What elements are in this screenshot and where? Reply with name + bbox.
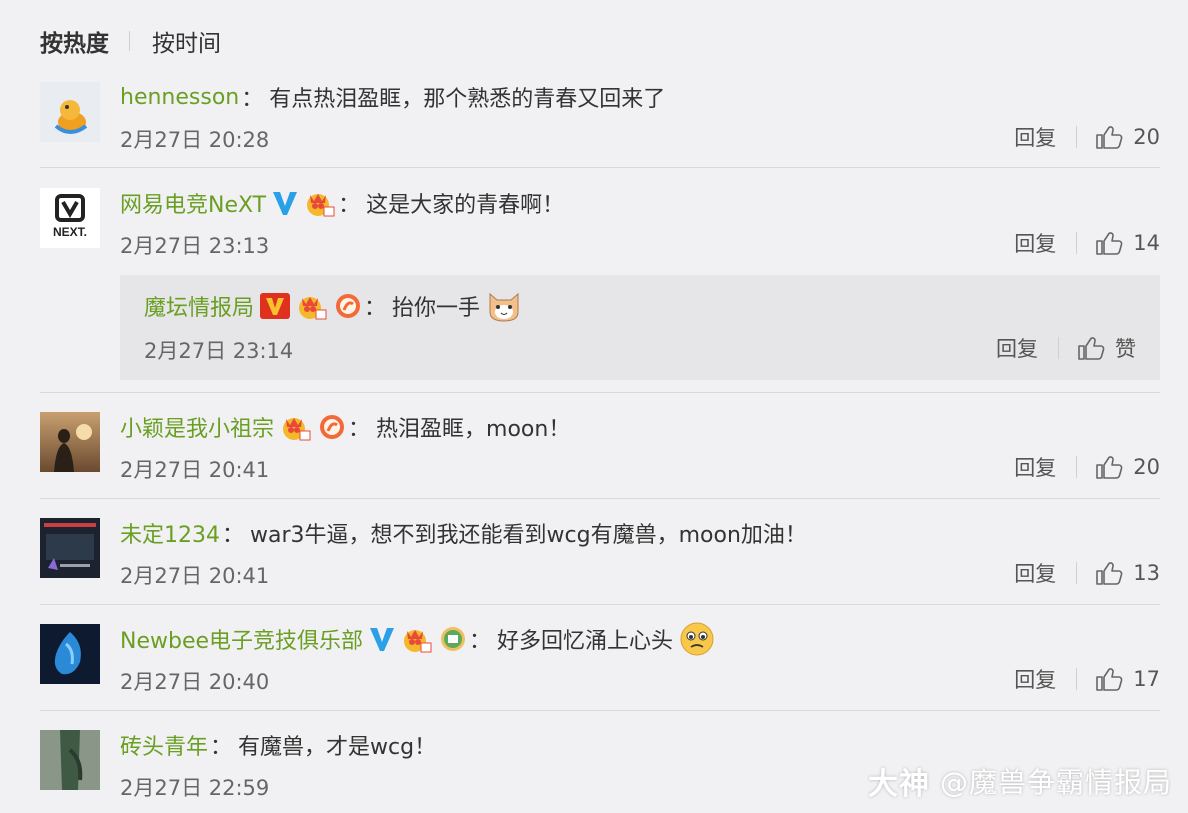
reply-button[interactable]: 回复 (1014, 664, 1056, 694)
sort-by-time-tab[interactable]: 按时间 (152, 24, 221, 58)
divider (40, 604, 1160, 605)
comment-text: 有魔兽，才是wcg！ (238, 735, 437, 760)
verified-blue-icon (369, 625, 395, 653)
comment-timestamp: 2月27日 20:41 (120, 564, 270, 588)
like-button[interactable]: 13 (1095, 560, 1160, 586)
reply-button[interactable]: 回复 (1014, 122, 1056, 152)
like-count: 13 (1133, 561, 1160, 585)
like-button[interactable]: 14 (1095, 230, 1160, 256)
avatar[interactable] (40, 518, 100, 578)
crown-member-icon (304, 189, 336, 217)
avatar[interactable] (40, 82, 100, 142)
watermark-handle: @魔兽争霸情报局 (939, 766, 1172, 799)
fan-badge-icon (334, 292, 362, 320)
reply-button[interactable]: 回复 (996, 333, 1038, 363)
teary-face-emoji-icon (679, 621, 715, 657)
sort-divider (129, 31, 130, 51)
like-count: 14 (1133, 231, 1160, 255)
like-button[interactable]: 20 (1095, 454, 1160, 480)
like-button[interactable]: 17 (1095, 666, 1160, 692)
reply-button[interactable]: 回复 (1014, 558, 1056, 588)
avatar[interactable] (40, 412, 100, 472)
comment-text: 有点热泪盈眶，那个熟悉的青春又回来了 (269, 87, 666, 112)
crown-member-icon (280, 413, 312, 441)
svg-text:NEXT.: NEXT. (53, 225, 87, 239)
username-link[interactable]: 未定1234 (120, 517, 220, 549)
comment-timestamp: 2月27日 20:41 (120, 458, 270, 482)
divider (40, 392, 1160, 393)
thumbs-up-icon (1096, 456, 1123, 479)
comment-timestamp: 2月27日 23:14 (144, 339, 294, 363)
avatar[interactable] (40, 624, 100, 684)
comment-text: 热泪盈眶，moon！ (376, 417, 571, 442)
sort-by-hot-tab[interactable]: 按热度 (40, 24, 109, 58)
username-link[interactable]: Newbee电子竞技俱乐部 (120, 623, 363, 655)
avatar[interactable] (40, 730, 100, 790)
thumbs-up-icon (1096, 232, 1123, 255)
comment-text: 抬你一手 (392, 296, 481, 321)
divider (40, 710, 1160, 711)
username-link[interactable]: 小颖是我小祖宗 (120, 411, 274, 443)
thumbs-up-icon (1078, 337, 1105, 360)
comment-text: 这是大家的青春啊！ (366, 193, 565, 218)
comment-timestamp: 2月27日 23:13 (120, 234, 270, 258)
username-link[interactable]: 网易电竞NeXT (120, 187, 266, 219)
comment-timestamp: 2月27日 22:59 (120, 776, 270, 800)
divider (40, 498, 1160, 499)
username-link[interactable]: 魔坛情报局 (144, 290, 254, 322)
comment-timestamp: 2月27日 20:40 (120, 670, 270, 694)
cat-emoji-icon (486, 288, 522, 324)
thumbs-up-icon (1096, 562, 1123, 585)
divider (40, 167, 1160, 168)
nested-reply: 魔坛情报局 ： 抬你一手 2月27日 23:14 回复 赞 (120, 275, 1160, 380)
avatar[interactable]: NEXT. (40, 188, 100, 248)
reply-button[interactable]: 回复 (1014, 452, 1056, 482)
thumbs-up-icon (1096, 668, 1123, 691)
crown-member-icon (401, 625, 433, 653)
crown-member-icon (296, 292, 328, 320)
like-label: 赞 (1115, 337, 1136, 361)
watermark: 大神 @魔兽争霸情报局 (868, 759, 1172, 803)
comment-timestamp: 2月27日 20:28 (120, 128, 270, 152)
watermark-brand: 大神 (867, 767, 930, 802)
username-link[interactable]: 砖头青年 (120, 729, 208, 761)
comment-text: war3牛逼，想不到我还能看到wcg有魔兽，moon加油！ (250, 523, 807, 548)
comment-text: 好多回忆涌上心头 (497, 629, 674, 654)
verified-blue-icon (272, 189, 298, 217)
fan-badge-icon (318, 413, 346, 441)
sort-bar: 按热度 按时间 (40, 24, 221, 58)
answer-badge-icon (439, 625, 467, 653)
like-button[interactable]: 20 (1095, 124, 1160, 150)
reply-button[interactable]: 回复 (1014, 228, 1056, 258)
username-link[interactable]: hennesson (120, 85, 239, 110)
thumbs-up-icon (1096, 126, 1123, 149)
like-button[interactable]: 赞 (1077, 333, 1136, 363)
like-count: 20 (1133, 455, 1160, 479)
like-count: 17 (1133, 667, 1160, 691)
verified-red-icon (260, 292, 291, 320)
like-count: 20 (1133, 125, 1160, 149)
